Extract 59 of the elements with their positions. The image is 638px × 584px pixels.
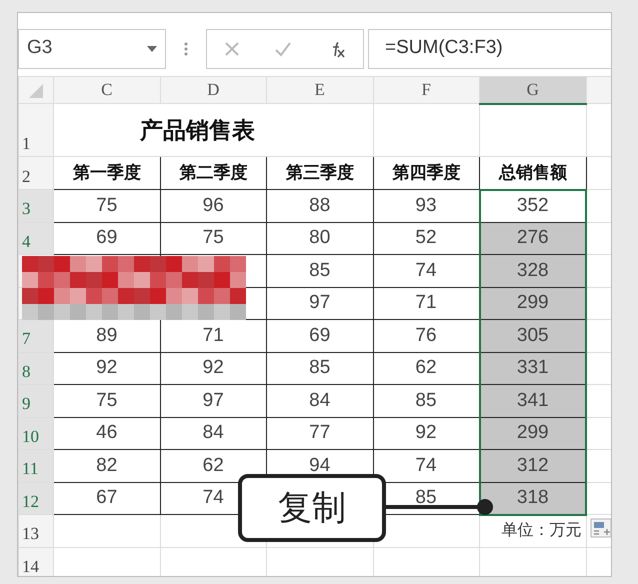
table-cell: 341	[480, 384, 586, 417]
table-cell: 85	[266, 352, 373, 384]
column-heading: 第一季度	[54, 156, 160, 190]
table-cell: 84	[160, 417, 266, 450]
row-header[interactable]: 2	[18, 156, 54, 190]
row-header[interactable]: 7	[18, 320, 54, 352]
column-header[interactable]: E	[266, 76, 373, 104]
column-heading: 第四季度	[373, 156, 480, 190]
table-cell: 82	[54, 450, 160, 482]
paste-options-icon[interactable]	[590, 518, 611, 538]
row-header[interactable]: 13	[18, 514, 54, 547]
table-cell: 299	[480, 417, 586, 450]
row-header[interactable]: 4	[18, 222, 54, 254]
column-heading: 第三季度	[266, 156, 373, 190]
sheet-title: 产品销售表	[140, 116, 255, 145]
table-cell: 67	[54, 482, 160, 514]
table-cell: 92	[54, 352, 160, 384]
row-header[interactable]: 8	[18, 352, 54, 384]
column-header[interactable]: G	[480, 76, 586, 104]
column-header[interactable]: C	[54, 76, 160, 104]
column-header[interactable]: D	[160, 76, 266, 104]
row-header[interactable]: 11	[18, 450, 54, 482]
name-box[interactable]: G3	[18, 28, 166, 68]
row-header[interactable]: 9	[18, 384, 54, 417]
table-cell: 46	[54, 417, 160, 450]
grip-icon	[184, 42, 188, 56]
table-cell: 318	[480, 482, 586, 514]
table-cell: 69	[54, 222, 160, 254]
table-cell: 276	[480, 222, 586, 254]
row-header[interactable]: 12	[18, 482, 54, 514]
table-cell: 331	[480, 352, 586, 384]
table-cell: 69	[266, 320, 373, 352]
table-cell: 299	[480, 287, 586, 320]
table-cell: 92	[160, 352, 266, 384]
cancel-icon[interactable]	[224, 40, 240, 56]
row-header[interactable]: 1	[18, 104, 54, 156]
table-cell: 75	[54, 190, 160, 222]
row-header[interactable]: 10	[18, 417, 54, 450]
table-cell: 328	[480, 254, 586, 287]
table-cell: 305	[480, 320, 586, 352]
table-cell: 77	[266, 417, 373, 450]
row-header[interactable]: 3	[18, 190, 54, 222]
table-cell: 88	[266, 190, 373, 222]
table-cell: 96	[160, 190, 266, 222]
check-icon[interactable]	[274, 40, 292, 56]
dropdown-icon[interactable]	[147, 46, 157, 52]
table-cell: 85	[266, 254, 373, 287]
column-heading: 第二季度	[160, 156, 266, 190]
row-header[interactable]: 14	[18, 547, 54, 576]
formula-field[interactable]: =SUM(C3:F3)	[368, 28, 611, 68]
table-cell: 312	[480, 450, 586, 482]
table-cell: 80	[266, 222, 373, 254]
table-cell: 97	[266, 287, 373, 320]
table-cell: 84	[266, 384, 373, 417]
unit-note: 单位：万元	[480, 514, 586, 547]
column-header[interactable]: F	[373, 76, 480, 104]
table-cell: 75	[160, 222, 266, 254]
table-cell: 75	[54, 384, 160, 417]
table-cell: 97	[160, 384, 266, 417]
